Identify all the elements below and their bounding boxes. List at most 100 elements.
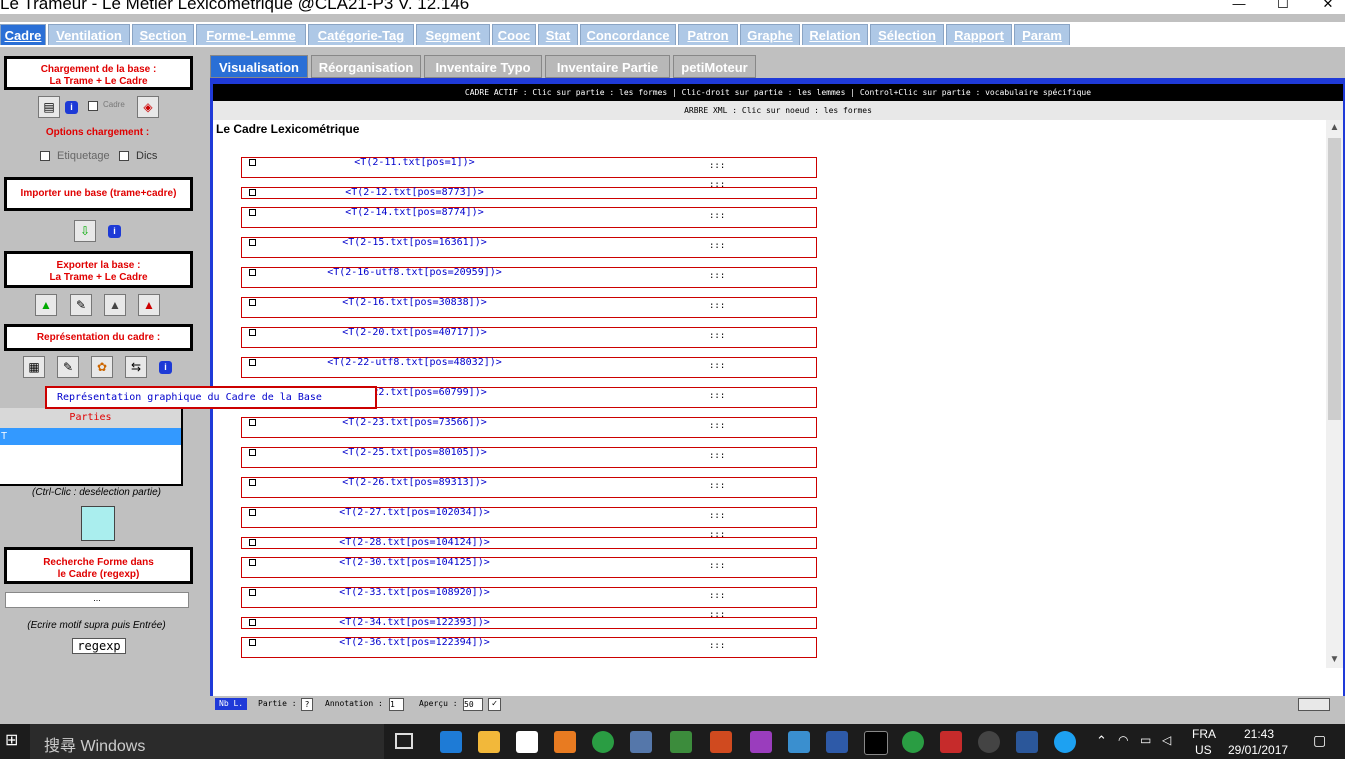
export-red-icon[interactable]: ▲ (138, 294, 160, 316)
partie-value[interactable]: ? (301, 698, 313, 711)
tab-inventaire-partie[interactable]: Inventaire Partie (545, 55, 670, 78)
app-icon[interactable] (826, 731, 848, 753)
apercu-input[interactable]: 50 (463, 698, 483, 711)
media-icon[interactable] (554, 731, 576, 753)
grid-icon[interactable]: ▦ (23, 356, 45, 378)
scroll-down-icon[interactable]: ▼ (1326, 652, 1343, 668)
tab-graphe[interactable]: Graphe (740, 24, 800, 45)
tab-stat[interactable]: Stat (538, 24, 578, 45)
maximize-button[interactable]: ☐ (1268, 0, 1298, 14)
tab-section[interactable]: Section (132, 24, 194, 45)
annotation-input[interactable]: 1 (389, 698, 404, 711)
tab-param[interactable]: Param (1014, 24, 1070, 45)
app-circle-icon[interactable] (978, 731, 1000, 753)
document-icon[interactable]: ▤ (38, 96, 60, 118)
clock-time[interactable]: 21:43 (1244, 727, 1274, 741)
colors-icon[interactable]: ✿ (91, 356, 113, 378)
tab-categorie-tag[interactable]: Catégorie-Tag (308, 24, 414, 45)
lang-indicator[interactable]: FRA (1192, 727, 1216, 741)
notes-icon[interactable] (788, 731, 810, 753)
word-icon[interactable] (1016, 731, 1038, 753)
export-gray-icon[interactable]: ▲ (104, 294, 126, 316)
info-icon[interactable]: i (159, 361, 172, 374)
office-icon[interactable] (710, 731, 732, 753)
info-icon[interactable]: i (108, 225, 121, 238)
tree-node[interactable]: <T(2-36.txt[pos=122394])>::: (241, 637, 817, 658)
tool-icon[interactable] (750, 731, 772, 753)
export-edit-icon[interactable]: ✎ (70, 294, 92, 316)
tab-forme-lemme[interactable]: Forme-Lemme (196, 24, 306, 45)
editor-icon[interactable] (670, 731, 692, 753)
tree-node[interactable]: <T(2-16-utf8.txt[pos=20959])>::: (241, 267, 817, 288)
tab-segment[interactable]: Segment (416, 24, 490, 45)
volume-icon[interactable]: ◁ (1162, 733, 1171, 747)
notifications-icon[interactable]: ▢ (1313, 732, 1326, 749)
pdf-icon[interactable] (940, 731, 962, 753)
scroll-thumb[interactable] (1328, 138, 1341, 420)
tab-inventaire-typo[interactable]: Inventaire Typo (424, 55, 542, 78)
chrome-icon[interactable] (592, 731, 614, 753)
tree-node[interactable]: <T(2-25.txt[pos=80105])>::: (241, 447, 817, 468)
tree-node[interactable]: <T(2-14.txt[pos=8774])>::: (241, 207, 817, 228)
tab-cooc[interactable]: Cooc (492, 24, 536, 45)
tab-concordance[interactable]: Concordance (580, 24, 676, 45)
tree-node[interactable]: <T(2-27.txt[pos=102034])>::: (241, 507, 817, 528)
tree-node[interactable]: <T(2-16.txt[pos=30838])>::: (241, 297, 817, 318)
scroll-up-icon[interactable]: ▲ (1326, 120, 1343, 136)
status-toggle-icon[interactable] (1298, 698, 1330, 711)
tree-node[interactable]: <T(2-28.txt[pos=104124])>::: (241, 530, 817, 549)
tab-rapport[interactable]: Rapport (946, 24, 1012, 45)
apercu-checkbox[interactable]: ✓ (488, 698, 501, 711)
regexp-button[interactable]: regexp (72, 638, 126, 654)
cadre-checkbox[interactable] (88, 101, 98, 111)
edge-icon[interactable] (440, 731, 462, 753)
trameur-icon[interactable] (630, 731, 652, 753)
tree-node[interactable]: <T(2-15.txt[pos=16361])>::: (241, 237, 817, 258)
cadre-structure-icon[interactable]: ◈ (137, 96, 159, 118)
info-icon[interactable]: i (65, 101, 78, 114)
minimize-button[interactable]: — (1224, 0, 1254, 14)
etiquetage-checkbox[interactable] (40, 151, 50, 161)
tree-node[interactable]: <T(2-20.txt[pos=40717])>::: (241, 327, 817, 348)
taskbar-search[interactable]: 搜尋 Windows (30, 724, 384, 759)
skype-icon[interactable] (1054, 731, 1076, 753)
chrome-icon[interactable] (902, 731, 924, 753)
tree-node[interactable]: <T(2-22-utf8.txt[pos=48032])>::: (241, 357, 817, 378)
windows-start-icon[interactable]: ⊞ (5, 733, 21, 749)
tab-patron[interactable]: Patron (678, 24, 738, 45)
terminal-icon[interactable] (864, 731, 888, 755)
task-view-icon[interactable] (395, 733, 413, 749)
export-icon[interactable]: ▲ (35, 294, 57, 316)
battery-icon[interactable]: ▭ (1140, 733, 1151, 747)
tree-node[interactable]: <T(2-23.txt[pos=73566])>::: (241, 417, 817, 438)
import-icon[interactable]: ⇩ (74, 220, 96, 242)
file-explorer-icon[interactable] (478, 731, 500, 753)
reorganize-icon[interactable]: ⇆ (125, 356, 147, 378)
region-indicator[interactable]: US (1195, 743, 1212, 757)
parties-selected-item[interactable]: T (0, 428, 181, 445)
tree-node[interactable]: <T(2-33.txt[pos=108920])>::: (241, 587, 817, 608)
tab-visualisation[interactable]: Visualisation (210, 55, 308, 78)
dics-checkbox[interactable] (119, 151, 129, 161)
taskbar-search-input[interactable]: 搜尋 Windows (44, 732, 145, 756)
chevron-up-icon[interactable]: ⌃ (1096, 733, 1107, 749)
tree-node[interactable]: <T(2-11.txt[pos=1])>::: (241, 157, 817, 178)
pattern-icon[interactable] (81, 506, 115, 541)
tab-relation[interactable]: Relation (802, 24, 868, 45)
close-button[interactable]: ✕ (1313, 0, 1343, 14)
tree-node[interactable]: <T(2-30.txt[pos=104125])>::: (241, 557, 817, 578)
vertical-scrollbar[interactable]: ▲ ▼ (1326, 120, 1343, 668)
clock-date[interactable]: 29/01/2017 (1228, 743, 1288, 757)
parties-list[interactable]: Parties T (0, 408, 183, 486)
tab-petimoteur[interactable]: petiMoteur (673, 55, 756, 78)
tree-node[interactable]: <T(2-26.txt[pos=89313])>::: (241, 477, 817, 498)
tab-cadre[interactable]: Cadre (0, 24, 46, 45)
tab-selection[interactable]: Sélection (870, 24, 944, 45)
tree-node[interactable]: <T(2-34.txt[pos=122393])>::: (241, 610, 817, 629)
wifi-icon[interactable]: ◠ (1118, 733, 1128, 747)
tab-ventilation[interactable]: Ventilation (48, 24, 130, 45)
store-icon[interactable] (516, 731, 538, 753)
search-input[interactable]: ... (5, 592, 189, 608)
tree-node[interactable]: <T(2-12.txt[pos=8773])>::: (241, 180, 817, 199)
edit-icon[interactable]: ✎ (57, 356, 79, 378)
